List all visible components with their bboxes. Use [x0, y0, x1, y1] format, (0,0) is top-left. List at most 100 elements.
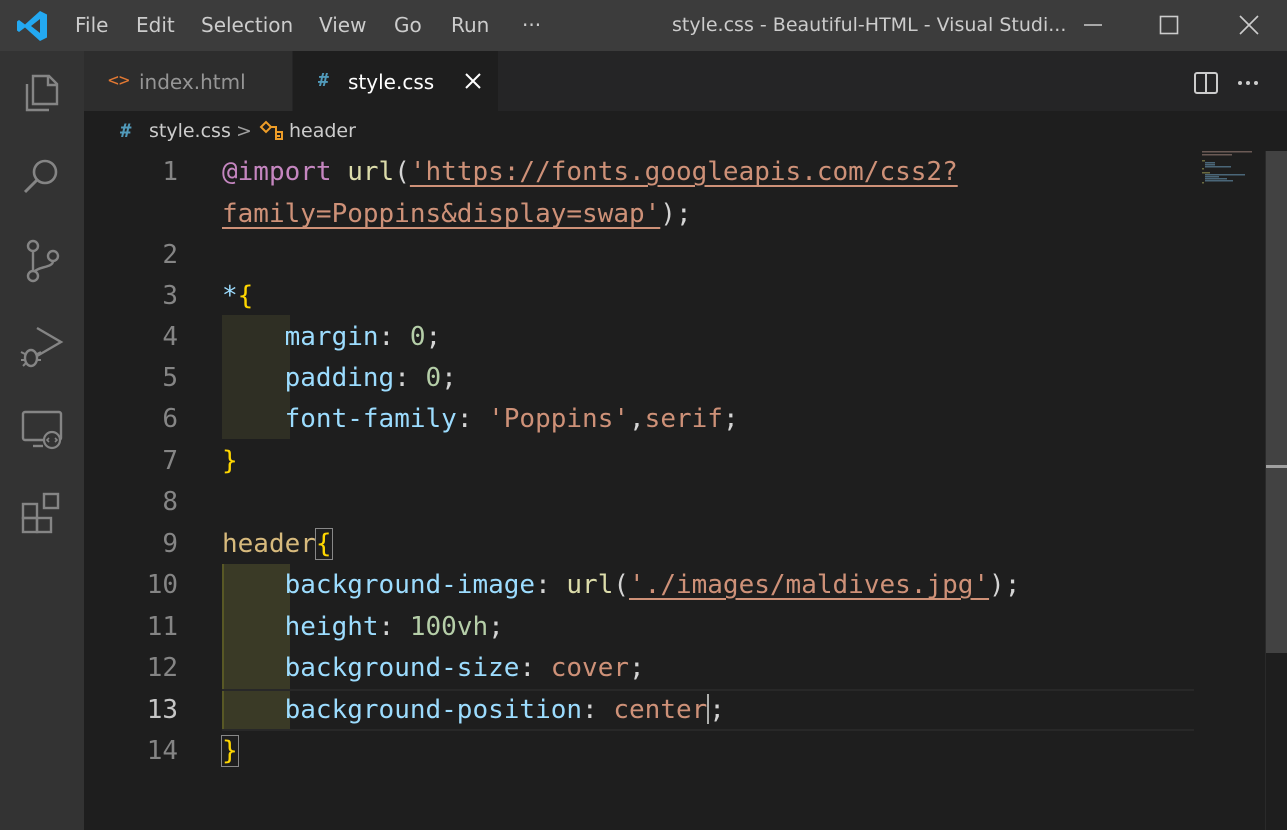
token-punctuation: (	[613, 570, 630, 600]
menu-view[interactable]: View	[319, 12, 366, 38]
line-number: 10	[146, 570, 178, 600]
source-control-icon	[26, 239, 60, 283]
token-property: background-size	[284, 653, 520, 683]
remote-explorer-icon	[21, 410, 63, 450]
scrollbar-thumb[interactable]	[1266, 151, 1287, 653]
close-icon	[465, 73, 481, 89]
source-control-button[interactable]	[0, 219, 84, 303]
css-file-icon: #	[318, 70, 329, 91]
breadcrumb: # style.css > header	[84, 111, 1287, 151]
token-punctuation: );	[660, 199, 692, 229]
menu-file[interactable]: File	[75, 12, 108, 38]
line-number: 9	[162, 529, 178, 559]
code-line-1: 1 @import url('https://fonts.googleapis.…	[84, 151, 1194, 193]
breadcrumb-file[interactable]: style.css	[149, 119, 231, 143]
line-number: 8	[162, 487, 178, 517]
menu-more[interactable]: ···	[522, 12, 541, 38]
explorer-button[interactable]	[0, 51, 84, 135]
token-property: margin	[284, 322, 379, 352]
code-line-9: 9 header{	[84, 523, 1194, 565]
search-button[interactable]	[0, 135, 84, 219]
close-icon	[1239, 15, 1259, 35]
token-punctuation: :	[456, 404, 489, 434]
code-line-7: 7 }	[84, 440, 1194, 482]
token-value: center	[613, 695, 708, 725]
token-number: 0	[425, 363, 442, 393]
token-string-link[interactable]: 'https://fonts.googleapis.com/css2?	[410, 157, 958, 187]
code-line-5: 5 padding: 0;	[84, 357, 1194, 399]
token-at-rule: @import	[222, 157, 332, 187]
html-file-icon: <>	[108, 70, 130, 91]
vscode-logo-icon[interactable]	[14, 8, 50, 44]
line-number: 4	[162, 322, 178, 352]
line-number: 14	[146, 736, 178, 766]
code-line-12: 12 background-size: cover;	[84, 647, 1194, 689]
run-debug-icon	[20, 326, 64, 368]
split-editor-icon	[1194, 72, 1218, 94]
code-line-14: 14 }	[84, 730, 1194, 772]
token-punctuation: ,	[629, 404, 645, 434]
token-bracket: }	[222, 446, 238, 476]
token-punctuation: :	[378, 612, 410, 642]
line-number-current: 13	[146, 695, 178, 725]
more-actions-button[interactable]	[1234, 69, 1262, 97]
code-editor[interactable]: 1 @import url('https://fonts.googleapis.…	[84, 151, 1264, 830]
token-selector: *	[222, 281, 238, 311]
title-bar: File Edit Selection View Go Run ··· styl…	[0, 0, 1287, 51]
close-window-button[interactable]	[1214, 0, 1284, 51]
token-punctuation: :	[535, 570, 567, 600]
split-editor-button[interactable]	[1192, 69, 1220, 97]
token-punctuation: (	[394, 157, 410, 187]
maximize-button[interactable]	[1134, 0, 1204, 51]
code-line-13: 13 background-position: center;	[84, 689, 1194, 731]
tab-label: index.html	[139, 70, 246, 94]
line-number: 5	[162, 363, 178, 393]
css-file-icon: #	[120, 120, 132, 142]
breadcrumb-separator-icon: >	[236, 120, 252, 142]
tab-index-html[interactable]: <> index.html	[84, 51, 292, 111]
extensions-button[interactable]	[0, 471, 84, 555]
token-number: 0	[409, 322, 426, 352]
tab-style-css[interactable]: # style.css	[293, 51, 498, 111]
minimize-button[interactable]	[1058, 0, 1128, 51]
token-punctuation: :	[394, 363, 426, 393]
token-punctuation: ;	[629, 653, 645, 683]
symbol-class-icon	[258, 118, 284, 148]
token-punctuation: :	[582, 695, 614, 725]
token-selector: header	[222, 529, 316, 559]
token-number: 100vh	[409, 612, 489, 642]
line-number: 12	[146, 653, 178, 683]
breadcrumb-symbol[interactable]: header	[289, 119, 356, 143]
extensions-icon	[21, 492, 60, 534]
minimize-icon	[1084, 24, 1102, 26]
scrollbar-cursor-marker	[1266, 465, 1287, 468]
token-string-link[interactable]: family=Poppins&display=swap'	[222, 199, 660, 229]
token-property: background-image	[284, 570, 536, 600]
line-number: 1	[162, 157, 178, 187]
remote-explorer-button[interactable]	[0, 387, 84, 471]
token-punctuation: ;	[441, 363, 457, 393]
menu-go[interactable]: Go	[394, 12, 422, 38]
menu-selection[interactable]: Selection	[201, 12, 293, 38]
token-punctuation: ;	[709, 695, 725, 725]
menu-edit[interactable]: Edit	[136, 12, 175, 38]
token-property: background-position	[284, 695, 583, 725]
token-function: url	[566, 570, 614, 600]
menu-run[interactable]: Run	[451, 12, 489, 38]
token-punctuation: :	[378, 322, 410, 352]
token-string-link[interactable]: './images/maldives.jpg'	[629, 570, 989, 600]
code-line-8: 8	[84, 481, 1194, 523]
token-bracket-matched: }	[221, 735, 239, 767]
minimap[interactable]	[1196, 151, 1266, 191]
token-value: cover	[550, 653, 630, 683]
line-number: 3	[162, 281, 178, 311]
tab-close-button[interactable]	[461, 69, 485, 93]
code-line-2: 2	[84, 234, 1194, 276]
run-debug-button[interactable]	[0, 303, 84, 387]
activity-bar	[0, 51, 84, 830]
token-punctuation: );	[989, 570, 1021, 600]
token-string: 'Poppins'	[488, 404, 630, 434]
more-icon	[1238, 81, 1258, 85]
token-punctuation: ;	[722, 404, 739, 434]
code-line-3: 3 *{	[84, 275, 1194, 317]
